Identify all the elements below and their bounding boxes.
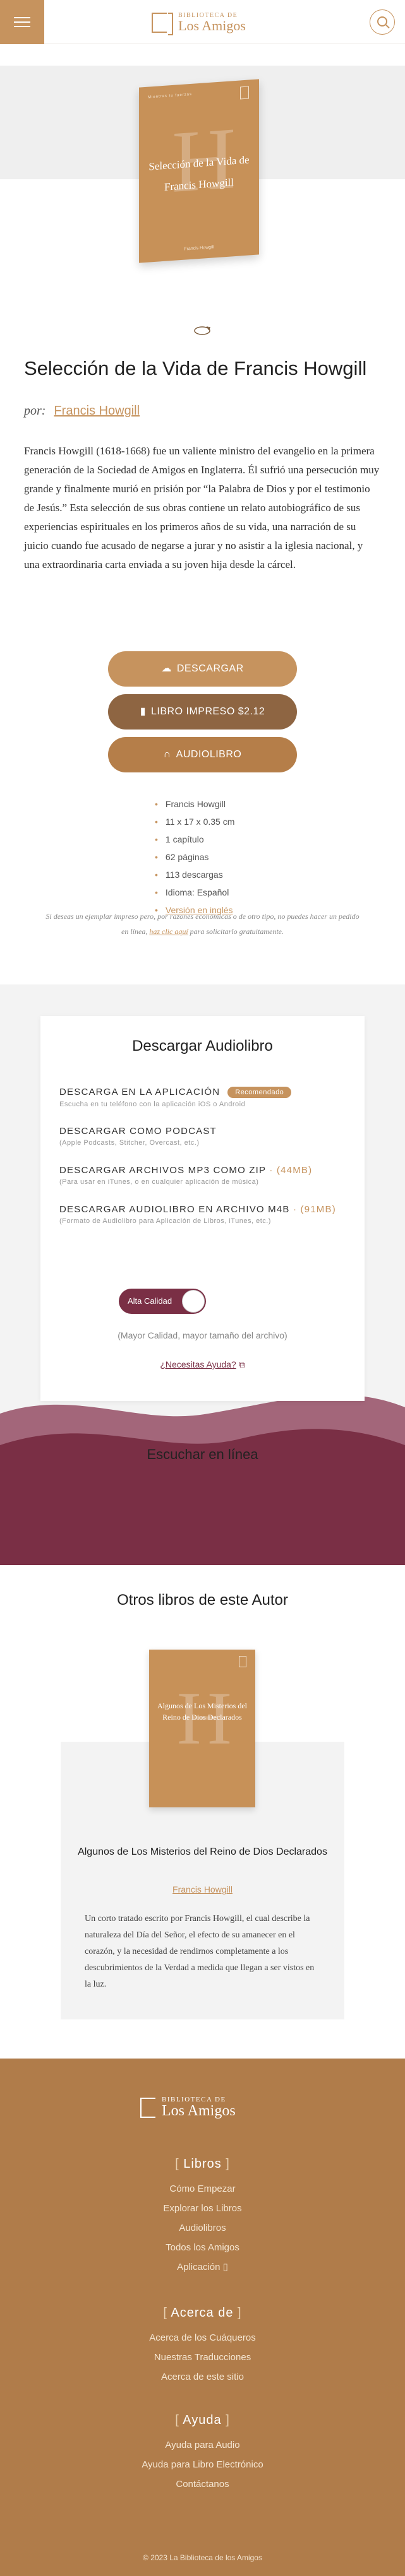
other-book-title[interactable]: Algunos de Los Misterios del Reino de Di…	[70, 1844, 335, 1860]
option-title: DESCARGAR COMO PODCAST	[59, 1126, 217, 1137]
footer-heading: Acerca de	[171, 2306, 234, 2320]
meta-dimensions: 11 x 17 x 0.35 cm	[155, 813, 234, 830]
footer-link-app[interactable]: Aplicación ▯	[0, 2257, 405, 2277]
footer-logo[interactable]: BIBLIOTECA DE Los Amigos	[140, 2096, 236, 2118]
cover-title: Algunos de Los Misterios del Reino de Di…	[157, 1701, 247, 1722]
meta-downloads: 113 descargas	[155, 866, 234, 883]
footer-link[interactable]: Acerca de los Cuáqueros	[0, 2328, 405, 2348]
option-subtitle: Escucha en tu teléfono con la aplicación…	[59, 1101, 246, 1109]
quality-note: (Mayor Calidad, mayor tamaño del archivo…	[118, 1330, 287, 1340]
footer-logo-big: Los Amigos	[162, 2103, 236, 2119]
footer-link[interactable]: Nuestras Traducciones	[0, 2348, 405, 2367]
meta-language: Idioma: Español	[155, 883, 234, 901]
other-books-heading: Otros libros de este Autor	[117, 1592, 288, 1609]
download-podcast-option[interactable]: DESCARGAR COMO PODCAST (Apple Podcasts, …	[59, 1126, 350, 1147]
quality-toggle[interactable]: Alta Calidad	[119, 1289, 206, 1314]
footer-heading: Ayuda	[183, 2413, 222, 2427]
cover-author: Francis Howgill	[184, 245, 214, 252]
help-label: ¿Necesitas Ayuda?	[160, 1359, 236, 1369]
cover-logo-icon	[239, 1656, 246, 1667]
headphones-icon: ∩	[163, 749, 171, 760]
audio-label: AUDIOLIBRO	[176, 749, 242, 760]
site-header: BIBLIOTECA DE Los Amigos	[0, 0, 405, 44]
listen-online-heading[interactable]: Escuchar en línea	[0, 1446, 405, 1463]
footer-link[interactable]: Explorar los Libros	[0, 2199, 405, 2218]
decorative-wave	[0, 1395, 405, 1565]
logo-big-text: Los Amigos	[178, 18, 246, 33]
recommended-badge: Recomendado	[227, 1087, 292, 1099]
download-audiobook-card: Descargar Audiolibro DESCARGA EN LA APLI…	[40, 1016, 365, 1401]
logo-bracket-icon	[140, 2097, 155, 2118]
by-label: por:	[24, 404, 46, 418]
footer-link[interactable]: Contáctanos	[0, 2474, 405, 2494]
cover-title: Selección de la Vida de Francis Howgill	[148, 153, 250, 193]
other-book-cover[interactable]: H Algunos de Los Misterios del Reino de …	[149, 1650, 255, 1807]
book-cover: Mientras tu fuerzas H Selección de la Vi…	[139, 79, 259, 263]
option-subtitle: (Apple Podcasts, Stitcher, Overcast, etc…	[59, 1139, 200, 1147]
download-label: DESCARGAR	[176, 663, 244, 674]
footer-link[interactable]: Ayuda para Audio	[0, 2435, 405, 2455]
free-copy-note: Si deseas un ejemplar impreso pero, por …	[45, 909, 360, 939]
book-title: Selección de la Vida de Francis Howgill	[24, 357, 367, 379]
book-description: Francis Howgill (1618-1668) fue un valie…	[24, 445, 380, 570]
footer-link[interactable]: Acerca de este sitio	[0, 2367, 405, 2387]
option-subtitle: (Formato de Audiolibro para Aplicación d…	[59, 1217, 271, 1225]
logo-bracket-icon	[152, 13, 173, 35]
footer-link-label: Aplicación	[177, 2262, 221, 2272]
download-mp3-zip-option[interactable]: DESCARGAR ARCHIVOS MP3 COMO ZIP · (44MB)…	[59, 1165, 350, 1186]
phone-icon: ▯	[222, 2262, 228, 2272]
footer-link[interactable]: Audiolibros	[0, 2218, 405, 2238]
option-subtitle: (Para usar en iTunes, o en cualquier apl…	[59, 1178, 259, 1186]
meta-author: Francis Howgill	[155, 795, 234, 813]
book-meta-list: Francis Howgill 11 x 17 x 0.35 cm 1 capí…	[155, 795, 234, 919]
book-icon: ▮	[140, 706, 147, 717]
other-book-description: Un corto tratado escrito por Francis How…	[85, 1914, 315, 1989]
footer-section-books: [ Libros ] Cómo Empezar Explorar los Lib…	[0, 2157, 405, 2277]
cover-small-text: Mientras tu fuerzas	[148, 92, 193, 100]
print-book-button[interactable]: ▮ LIBRO IMPRESO $2.12	[108, 694, 297, 730]
quality-label: Alta Calidad	[128, 1296, 172, 1306]
option-title: DESCARGAR ARCHIVOS MP3 COMO ZIP	[59, 1165, 266, 1176]
footer-heading: Libros	[183, 2157, 222, 2171]
site-logo[interactable]: BIBLIOTECA DE Los Amigos	[152, 9, 246, 37]
download-in-app-option[interactable]: DESCARGA EN LA APLICACIÓN Recomendado Esc…	[59, 1087, 350, 1108]
search-icon[interactable]	[370, 9, 395, 35]
option-title: DESCARGA EN LA APLICACIÓN	[59, 1087, 221, 1097]
meta-chapters: 1 capítulo	[155, 830, 234, 848]
help-link[interactable]: ¿Necesitas Ayuda? ⧉	[40, 1359, 365, 1370]
author-link[interactable]: Francis Howgill	[54, 404, 140, 418]
click-here-link[interactable]: haz clic aquí	[149, 927, 188, 936]
copyright: © 2023 La Biblioteca de los Amigos	[143, 2553, 262, 2562]
option-title: DESCARGAR AUDIOLIBRO EN ARCHIVO M4B	[59, 1204, 290, 1215]
audiobook-button[interactable]: ∩ AUDIOLIBRO	[108, 737, 297, 772]
footer-link[interactable]: Todos los Amigos	[0, 2238, 405, 2257]
print-label: LIBRO IMPRESO $2.12	[151, 706, 265, 717]
download-button[interactable]: ☁ DESCARGAR	[108, 651, 297, 687]
audio-card-title: Descargar Audiolibro	[132, 1037, 273, 1055]
footer-section-help: [ Ayuda ] Ayuda para Audio Ayuda para Li…	[0, 2413, 405, 2494]
external-link-icon: ⧉	[238, 1359, 245, 1369]
author-line: por: Francis Howgill	[24, 404, 140, 418]
footer-link[interactable]: Cómo Empezar	[0, 2179, 405, 2199]
meta-pages: 62 páginas	[155, 848, 234, 866]
footer-section-about: [ Acerca de ] Acerca de los Cuáqueros Nu…	[0, 2306, 405, 2387]
cloud-download-icon: ☁	[161, 663, 172, 674]
rotate-cover-icon[interactable]	[193, 324, 212, 337]
toggle-knob	[182, 1290, 205, 1313]
download-m4b-option[interactable]: DESCARGAR AUDIOLIBRO EN ARCHIVO M4B · (9…	[59, 1204, 350, 1225]
other-book-author-link[interactable]: Francis Howgill	[70, 1884, 335, 1894]
note-text-after: para solicitarlo gratuitamente.	[188, 927, 284, 936]
file-size: · (91MB)	[289, 1204, 336, 1215]
file-size: · (44MB)	[265, 1165, 313, 1176]
footer-link[interactable]: Ayuda para Libro Electrónico	[0, 2455, 405, 2474]
hamburger-menu-button[interactable]	[0, 0, 44, 44]
cover-logo-icon	[240, 86, 249, 100]
